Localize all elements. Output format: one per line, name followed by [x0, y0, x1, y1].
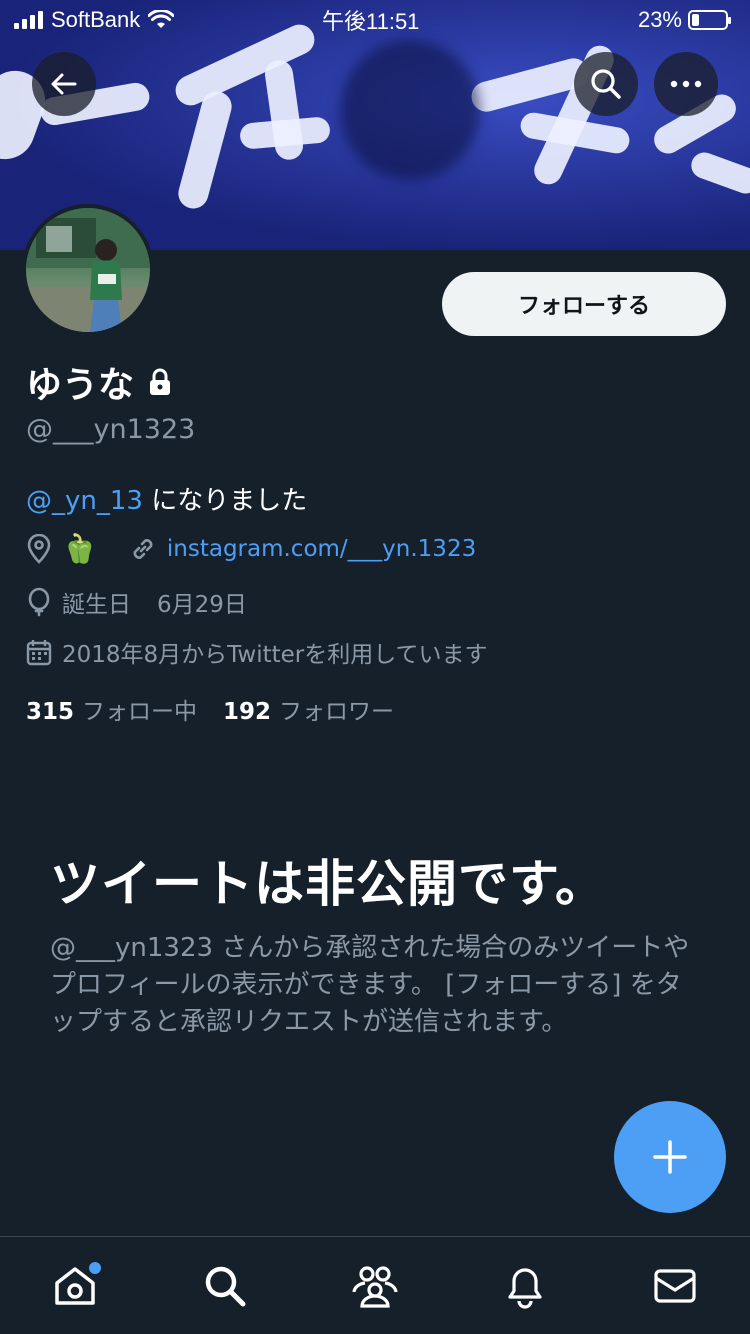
search-icon: [591, 69, 621, 99]
location-emoji: 🫑: [62, 532, 97, 565]
battery-icon: [688, 10, 731, 30]
balloon-icon: [28, 587, 50, 617]
search-icon: [205, 1266, 246, 1306]
back-button[interactable]: [32, 52, 96, 116]
tab-messages[interactable]: [635, 1246, 715, 1326]
profile-name-row: ゆうな: [26, 356, 172, 408]
following-label: フォロー中: [82, 699, 198, 725]
following-count: 315: [26, 699, 75, 725]
wifi-icon: [148, 10, 175, 28]
battery-percent: 23%: [637, 7, 682, 32]
status-bar: SoftBank 午後11:51 23%: [0, 0, 750, 40]
website-link[interactable]: instagram.com/___yn.1323: [167, 536, 476, 562]
tab-search[interactable]: [185, 1246, 265, 1326]
location-link-row: 🫑 instagram.com/___yn.1323: [26, 532, 476, 565]
link-icon: [133, 538, 153, 559]
location-pin-icon: [27, 533, 51, 564]
follow-button[interactable]: フォローする: [442, 272, 726, 336]
birthday-row: 誕生日 6月29日: [26, 585, 247, 619]
followers-link[interactable]: 192 フォロワー: [223, 692, 394, 726]
username: @___yn1323: [26, 414, 196, 445]
lock-icon: [150, 368, 171, 395]
birthday-value: 6月29日: [157, 592, 247, 618]
followers-count: 192: [223, 699, 272, 725]
tab-home[interactable]: [35, 1246, 115, 1326]
bottom-tab-bar: [0, 1236, 750, 1334]
bio-text: になりました: [142, 486, 308, 516]
more-button[interactable]: [654, 52, 718, 116]
clock: 午後11:51: [322, 9, 420, 34]
bio: @_yn_13 になりました: [26, 480, 307, 517]
tab-notifications[interactable]: [485, 1246, 565, 1326]
private-notice-title: ツイートは非公開です。: [50, 855, 606, 913]
bio-mention-link[interactable]: @_yn_13: [26, 486, 143, 516]
joined-date: 2018年8月からTwitterを利用しています: [62, 642, 488, 668]
compose-button[interactable]: [614, 1101, 726, 1213]
display-name: ゆうな: [26, 365, 135, 406]
communities-icon: [352, 1265, 398, 1308]
more-icon: [670, 80, 702, 88]
avatar[interactable]: [22, 204, 154, 336]
private-notice-description: @___yn1323 さんから承認された場合のみツイートやプロフィールの表示がで…: [50, 933, 690, 1037]
followers-label: フォロワー: [279, 699, 395, 725]
mail-icon: [654, 1268, 696, 1303]
bell-icon: [508, 1267, 542, 1309]
notification-dot: [89, 1261, 101, 1274]
calendar-icon: [26, 640, 52, 666]
joined-row: 2018年8月からTwitterを利用しています: [26, 635, 488, 669]
signal-icon: [14, 11, 43, 29]
search-button[interactable]: [574, 52, 638, 116]
arrow-left-icon: [51, 73, 77, 95]
tab-communities[interactable]: [335, 1246, 415, 1326]
follow-counts: 315 フォロー中 192 フォロワー: [26, 692, 394, 726]
following-link[interactable]: 315 フォロー中: [26, 692, 197, 726]
birthday-label: 誕生日: [62, 592, 131, 618]
carrier-label: SoftBank: [51, 7, 141, 32]
avatar-photo: [26, 208, 150, 332]
plus-icon: [653, 1140, 687, 1174]
